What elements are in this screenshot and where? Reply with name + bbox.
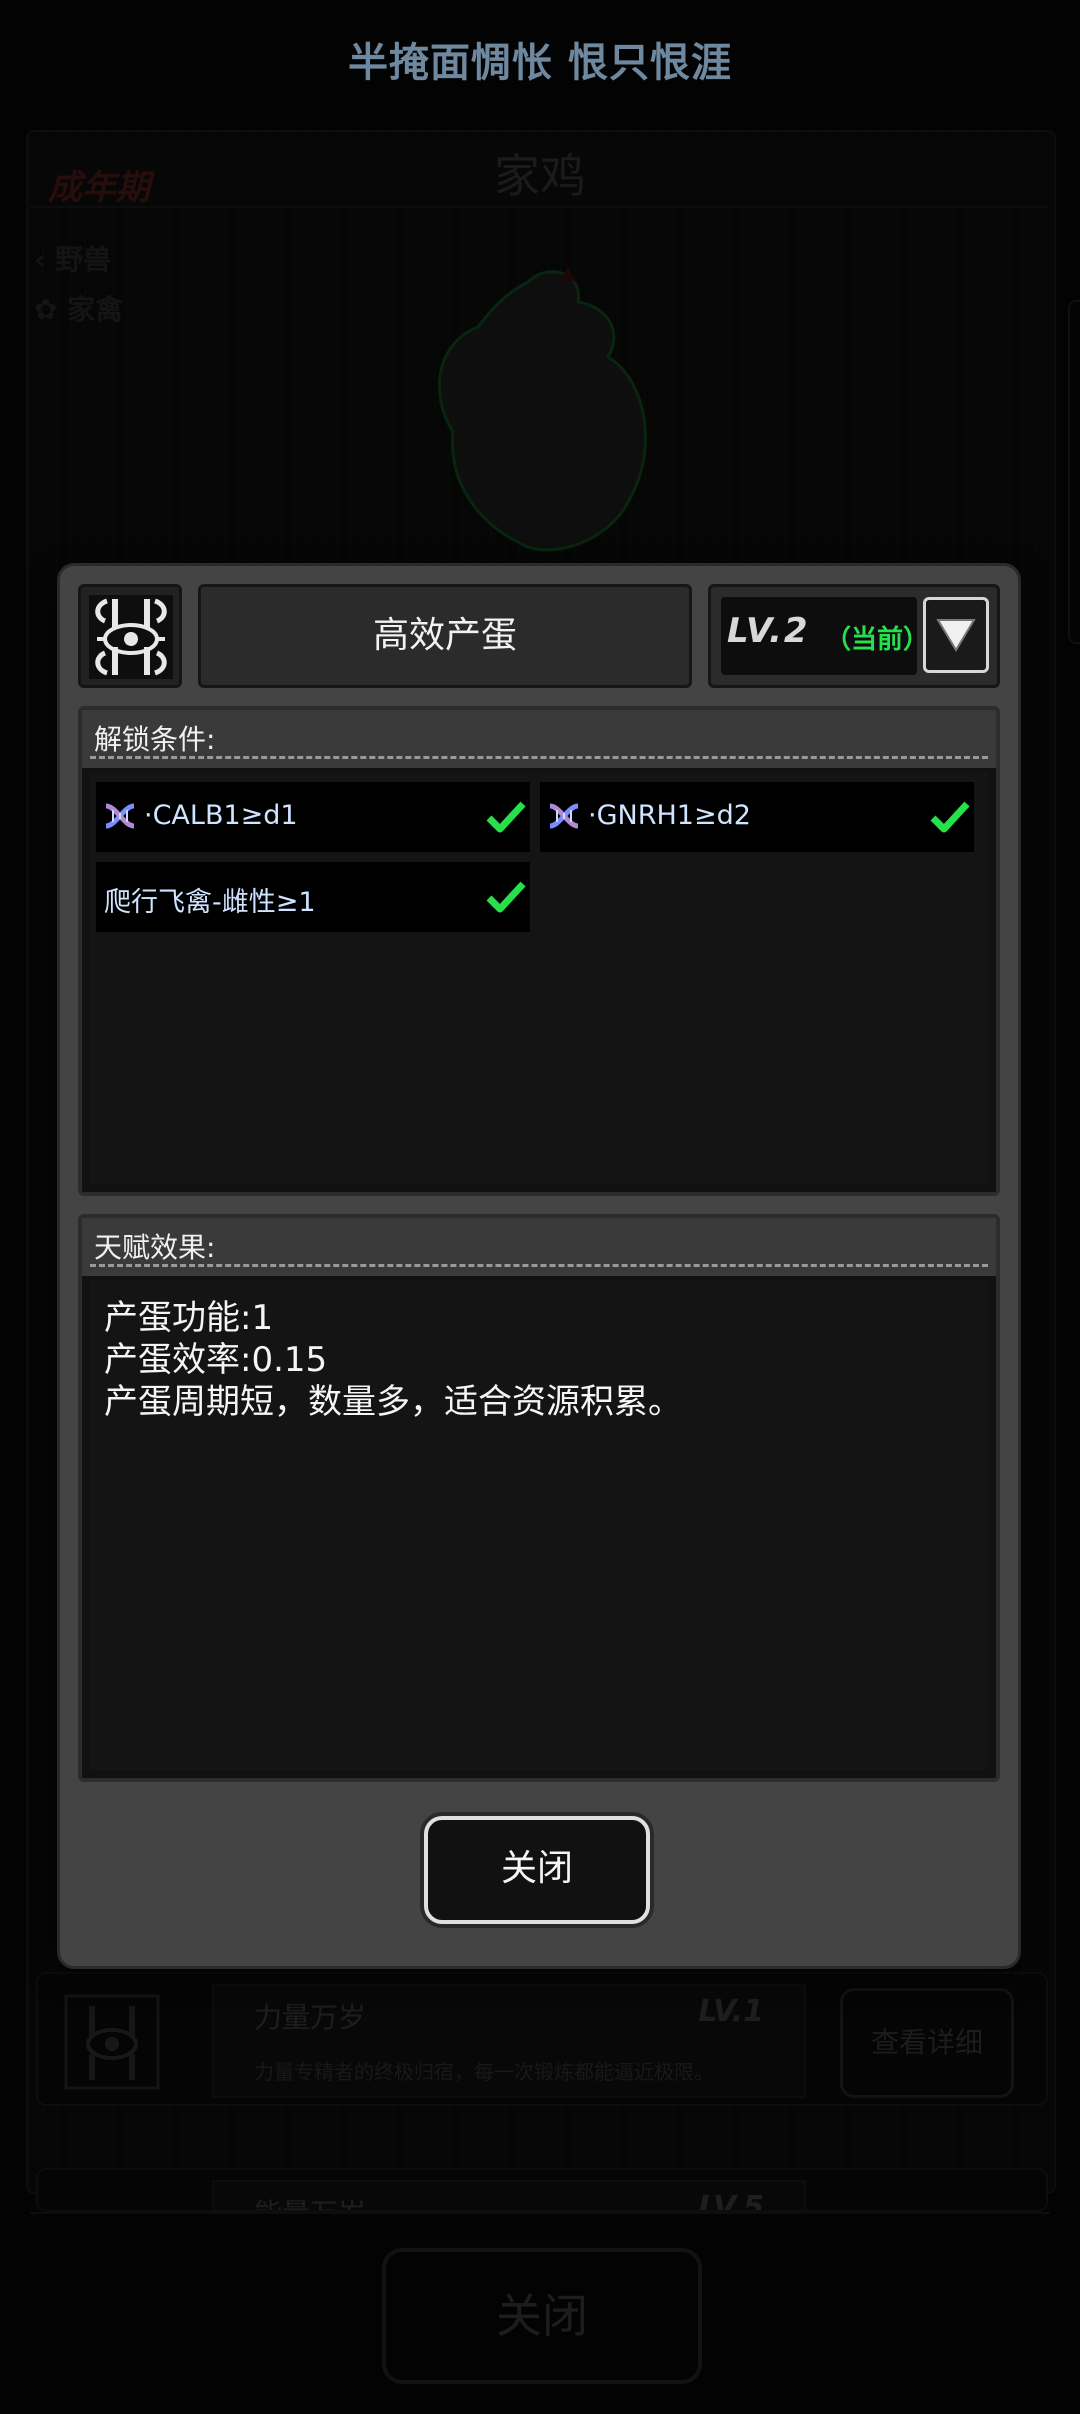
current-level-badge: （当前） [825,625,930,655]
talent-effects-label: 天赋效果: [94,1231,216,1264]
condition-item: ·GNRH1≥d2 [540,782,974,852]
unlock-conditions-panel: 解锁条件: ·CALB1≥d1 ·GNRH1≥d2 爬行飞禽-雌性≥1 [78,706,1000,1196]
level-selector[interactable]: LV.2 （当前） [708,584,1000,688]
talent-emblem-icon [89,595,173,679]
dna-icon [105,803,135,829]
unlock-conditions-list: ·CALB1≥d1 ·GNRH1≥d2 爬行飞禽-雌性≥1 [90,772,988,1184]
talent-detail-dialog: 高效产蛋 LV.2 （当前） 解锁条件: ·CALB1≥d1 ·GNRH1≥d2… [60,566,1018,1966]
level-display: LV.2 （当前） [721,597,929,675]
check-icon [486,801,526,833]
dna-icon [549,803,579,829]
level-value: LV.2 [727,611,810,651]
divider [90,756,988,759]
close-button[interactable]: 关闭 [424,1816,650,1924]
condition-text: ·CALB1≥d1 [144,800,298,831]
check-icon [486,881,526,913]
talent-name: 高效产蛋 [198,584,692,688]
triangle-down-icon [936,619,976,652]
divider [90,1264,988,1267]
talent-effects-header: 天赋效果: [82,1218,996,1276]
talent-effects-body: 产蛋功能:1 产蛋效率:0.15 产蛋周期短，数量多，适合资源积累。 [90,1280,988,1770]
unlock-conditions-header: 解锁条件: [82,710,996,768]
level-dropdown-button[interactable] [923,597,989,673]
talent-icon-frame [78,584,182,688]
condition-item: 爬行飞禽-雌性≥1 [96,862,530,932]
talent-effects-panel: 天赋效果: 产蛋功能:1 产蛋效率:0.15 产蛋周期短，数量多，适合资源积累。 [78,1214,1000,1782]
condition-text: ·GNRH1≥d2 [588,800,751,831]
condition-item: ·CALB1≥d1 [96,782,530,852]
effect-line: 产蛋周期短，数量多，适合资源积累。 [104,1382,682,1422]
unlock-conditions-label: 解锁条件: [94,723,216,756]
check-icon [930,801,970,833]
condition-text: 爬行飞禽-雌性≥1 [104,887,316,918]
